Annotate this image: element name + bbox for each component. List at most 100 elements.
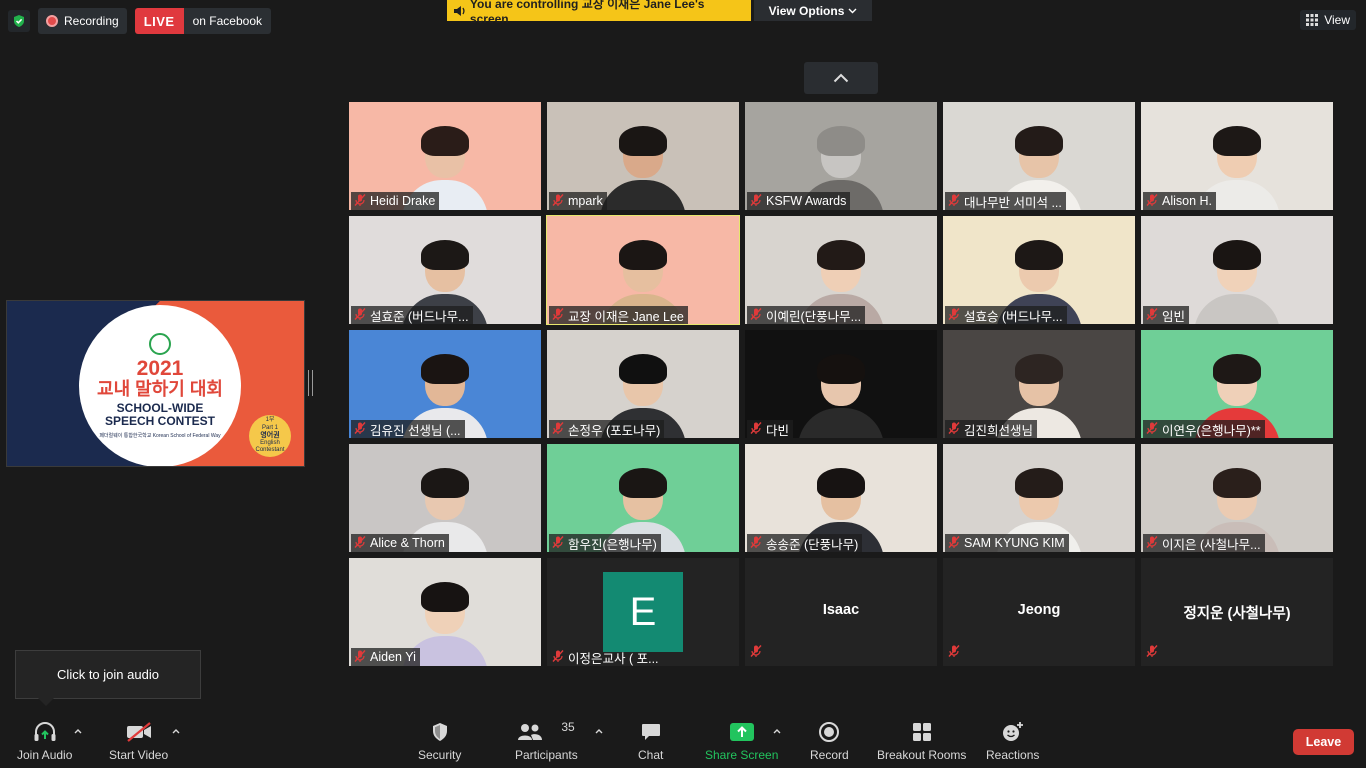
encryption-shield-icon[interactable]: [8, 10, 30, 32]
participant-hair: [421, 354, 469, 384]
participant-name: 설효준 (버드나무...: [370, 309, 469, 324]
slide-title-circle: 2021 교내 말하기 대회 SCHOOL-WIDE SPEECH CONTES…: [79, 305, 241, 466]
breakout-rooms-label: Breakout Rooms: [877, 748, 967, 762]
start-video-label: Start Video: [109, 748, 169, 762]
audio-options-chevron-icon[interactable]: [73, 726, 83, 736]
breakout-rooms-button[interactable]: Breakout Rooms: [877, 720, 966, 762]
shared-screen-thumbnail[interactable]: 2021 교내 말하기 대회 SCHOOL-WIDE SPEECH CONTES…: [6, 300, 305, 467]
security-shield-icon: [429, 720, 451, 744]
slide-title-korean: 교내 말하기 대회: [97, 378, 223, 399]
participant-video-tile[interactable]: KSFW Awards: [745, 102, 937, 210]
live-stream-indicator[interactable]: LIVE on Facebook: [134, 8, 271, 34]
participant-video-tile[interactable]: Alison H.: [1141, 102, 1333, 210]
participant-name: KSFW Awards: [766, 194, 847, 208]
chat-button[interactable]: Chat: [638, 720, 663, 762]
participant-name-only-tile[interactable]: Jeong: [943, 558, 1135, 666]
participants-options-chevron-icon[interactable]: [594, 726, 604, 736]
remote-control-banner: You are controlling 교장 이재은 Jane Lee's sc…: [447, 0, 751, 26]
share-screen-label: Share Screen: [705, 748, 779, 762]
participant-hair: [1213, 354, 1261, 384]
share-options-chevron-icon[interactable]: [772, 726, 782, 736]
mic-muted-icon: [551, 535, 565, 552]
participant-avatar-tile[interactable]: E 이정은교사 ( 포...: [547, 558, 739, 666]
participant-video-tile[interactable]: 김유진 선생님 (...: [349, 330, 541, 438]
participant-video-tile[interactable]: 함우진(은행나무): [547, 444, 739, 552]
scroll-up-button[interactable]: [804, 62, 878, 94]
view-button[interactable]: View: [1300, 10, 1356, 30]
participant-hair: [421, 582, 469, 612]
video-options-chevron-icon[interactable]: [171, 726, 181, 736]
participant-hair: [1015, 126, 1063, 156]
participant-video-tile[interactable]: mpark: [547, 102, 739, 210]
security-button[interactable]: Security: [418, 720, 461, 762]
participant-video-tile[interactable]: 송송준 (단풍나무): [745, 444, 937, 552]
leave-button[interactable]: Leave: [1293, 729, 1354, 755]
participant-hair: [1213, 468, 1261, 498]
participant-video-tile[interactable]: 임빈: [1141, 216, 1333, 324]
participant-name-tag: 대나무반 서미석 ...: [945, 192, 1066, 210]
participant-name-tag: 손정우 (포도나무): [549, 420, 665, 438]
share-screen-button[interactable]: Share Screen: [705, 720, 778, 762]
participant-hair: [1015, 354, 1063, 384]
reactions-button[interactable]: Reactions: [986, 720, 1039, 762]
mic-muted-icon: [1145, 421, 1159, 438]
participant-name-tag: 설효승 (버드나무...: [945, 306, 1067, 324]
participant-video-tile[interactable]: 이연우(은행나무)**: [1141, 330, 1333, 438]
mic-muted-icon: [551, 307, 565, 324]
start-video-button[interactable]: Start Video: [109, 720, 168, 762]
mic-muted-icon: [551, 649, 565, 666]
participant-body: [1194, 294, 1280, 324]
mic-muted-icon: [1145, 307, 1159, 324]
participant-video-tile[interactable]: Aiden Yi: [349, 558, 541, 666]
recording-indicator[interactable]: Recording: [38, 8, 127, 34]
participant-video-tile[interactable]: 대나무반 서미석 ...: [943, 102, 1135, 210]
participant-video-tile[interactable]: Heidi Drake: [349, 102, 541, 210]
mic-muted-icon: [353, 307, 367, 324]
grid-view-icon: [1306, 14, 1319, 26]
record-icon: [818, 720, 840, 744]
participant-figure: [1194, 238, 1280, 324]
join-audio-button[interactable]: Join Audio: [17, 720, 72, 762]
participant-hair: [421, 126, 469, 156]
virtual-background-logo: [657, 448, 735, 468]
participant-hair: [619, 126, 667, 156]
participant-video-tile[interactable]: SAM KYUNG KIM: [943, 444, 1135, 552]
participant-display-name: 정지운 (사철나무): [1183, 606, 1291, 622]
view-options-button[interactable]: View Options: [754, 0, 872, 21]
participant-hair: [817, 240, 865, 270]
participant-video-tile[interactable]: 이지은 (사철나무...: [1141, 444, 1333, 552]
share-screen-icon: [729, 720, 755, 744]
participant-name-only-tile[interactable]: 정지운 (사철나무): [1141, 558, 1333, 666]
participant-video-tile[interactable]: 설효승 (버드나무...: [943, 216, 1135, 324]
mic-muted-icon: [353, 649, 367, 666]
participant-body: [798, 408, 884, 438]
mic-muted-icon: [353, 535, 367, 552]
participant-video-tile[interactable]: 김진희선생님: [943, 330, 1135, 438]
participants-button[interactable]: 35 Participants: [515, 720, 578, 762]
participant-video-tile[interactable]: 손정우 (포도나무): [547, 330, 739, 438]
participant-video-tile[interactable]: 설효준 (버드나무...: [349, 216, 541, 324]
participant-video-tile[interactable]: Alice & Thorn: [349, 444, 541, 552]
split-view-drag-handle[interactable]: [308, 370, 313, 396]
participant-name-tag: Alison H.: [1143, 192, 1217, 210]
chat-label: Chat: [638, 748, 664, 762]
tooltip-text: Click to join audio: [57, 667, 159, 682]
participant-name: 이지은 (사철나무...: [1162, 537, 1261, 552]
mic-muted-icon: [1145, 193, 1159, 210]
mic-muted-icon: [749, 193, 763, 210]
participant-video-tile[interactable]: 다빈: [745, 330, 937, 438]
participant-video-tile[interactable]: 이예린(단풍나무...: [745, 216, 937, 324]
participant-name-only-tile[interactable]: Isaac: [745, 558, 937, 666]
speaker-icon: [453, 5, 465, 16]
participant-body: [600, 180, 686, 210]
participant-video-tile[interactable]: 교장 이재은 Jane Lee: [546, 215, 740, 325]
participant-name: 임빈: [1162, 309, 1186, 324]
participant-name-tag: 김진희선생님: [945, 420, 1038, 438]
participant-hair: [817, 354, 865, 384]
participant-name: 대나무반 서미석 ...: [964, 195, 1062, 210]
participant-hair: [1015, 468, 1063, 498]
badge-group-kr: 영어권: [260, 431, 280, 439]
mic-muted-icon: [1145, 644, 1159, 663]
mic-muted-icon: [749, 644, 763, 663]
record-button[interactable]: Record: [810, 720, 849, 762]
